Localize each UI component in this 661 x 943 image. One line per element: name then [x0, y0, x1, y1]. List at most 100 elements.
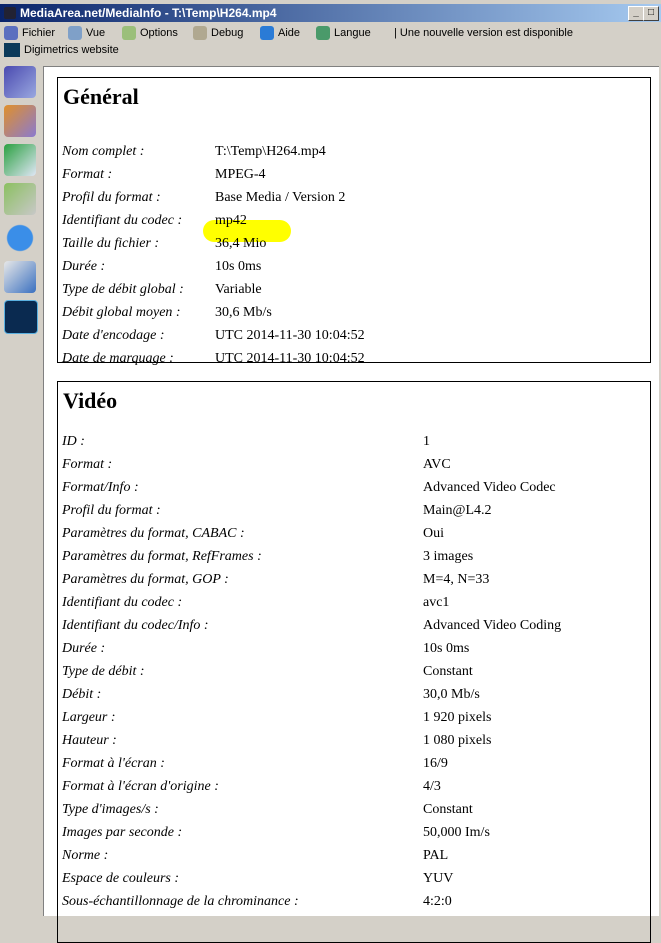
export-info-icon[interactable] — [4, 144, 36, 176]
field-label: Durée : — [62, 641, 106, 656]
debug-icon — [193, 26, 207, 40]
globe-icon — [316, 26, 330, 40]
field-label: Images par seconde : — [62, 825, 183, 840]
file-icon — [4, 26, 18, 40]
info-row: Identifiant du codec : avc1 — [58, 591, 650, 614]
menu-view[interactable]: Vue — [68, 24, 105, 42]
field-label: Nom complet : — [62, 144, 145, 159]
field-label: Format : — [62, 457, 113, 472]
field-label: Débit : — [62, 687, 102, 702]
field-value: mp42 — [215, 213, 247, 228]
info-row: Type d'images/s : Constant — [58, 798, 650, 821]
info-row: Date de marquage : UTC 2014-11-30 10:04:5… — [58, 347, 650, 370]
field-value: 3 images — [423, 549, 474, 564]
menu-label: Vue — [86, 27, 106, 39]
field-value: 10s 0ms — [423, 641, 470, 656]
info-row: Hauteur : 1 080 pixels — [58, 729, 650, 752]
field-value: AVC — [423, 457, 451, 472]
field-value: T:\Temp\H264.mp4 — [215, 144, 326, 159]
digimetrics-label: Digimetrics website — [24, 44, 119, 56]
field-label: Format : — [62, 167, 113, 182]
menu-globe[interactable]: Langue — [316, 24, 371, 42]
update-notice[interactable]: | Une nouvelle version est disponible — [394, 24, 573, 42]
field-value: 1 920 pixels — [423, 710, 492, 725]
info-row: Paramètres du format, RefFrames : 3 image… — [58, 545, 650, 568]
minimize-button[interactable]: _ — [628, 6, 644, 21]
menu-label: Fichier — [22, 27, 56, 39]
info-row: Type de débit global : Variable — [58, 278, 650, 301]
field-label: Format/Info : — [62, 480, 139, 495]
field-label: Profil du format : — [62, 190, 161, 205]
info-row: Format : MPEG-4 — [58, 163, 650, 186]
field-label: Type de débit global : — [62, 282, 184, 297]
field-label: Identifiant du codec : — [62, 213, 183, 228]
field-value: Constant — [423, 664, 473, 679]
info-row: Identifiant du codec : mp42 — [58, 209, 650, 232]
info-row: Durée : 10s 0ms — [58, 255, 650, 278]
info-row: Profil du format : Base Media / Version 2 — [58, 186, 650, 209]
field-value: 30,6 Mb/s — [215, 305, 272, 320]
field-value: PAL — [423, 848, 449, 863]
app-icon — [4, 7, 16, 19]
general-section: Général Nom complet : T:\Temp\H264.mp4 For… — [57, 77, 651, 366]
info-row: Paramètres du format, CABAC : Oui — [58, 522, 650, 545]
field-value: Oui — [423, 526, 444, 541]
easy-view-icon[interactable] — [4, 66, 36, 98]
preferences-icon[interactable] — [4, 183, 36, 215]
field-value: 36,4 Mio — [215, 236, 267, 251]
field-label: Durée : — [62, 259, 106, 274]
digimetrics-icon — [4, 43, 20, 57]
menu-debug[interactable]: Debug — [193, 24, 243, 42]
info-row: Format : AVC — [58, 453, 650, 476]
info-icon[interactable] — [4, 222, 36, 254]
maximize-button[interactable]: □ — [643, 6, 659, 21]
info-row: ID : 1 — [58, 430, 650, 453]
field-label: Norme : — [62, 848, 109, 863]
field-value: 30,0 Mb/s — [423, 687, 480, 702]
info-row: Espace de couleurs : YUV — [58, 867, 650, 890]
field-label: ID : — [62, 434, 85, 449]
info-row: Durée : 10s 0ms — [58, 637, 650, 660]
info-row: Débit : 30,0 Mb/s — [58, 683, 650, 706]
field-label: Profil du format : — [62, 503, 161, 518]
info-row: Norme : PAL — [58, 844, 650, 867]
info-row: Largeur : 1 920 pixels — [58, 706, 650, 729]
field-value: Advanced Video Codec — [423, 480, 556, 495]
field-value: M=4, N=33 — [423, 572, 490, 587]
field-value: 1 — [423, 434, 430, 449]
documents-web-icon[interactable] — [4, 261, 36, 293]
field-value: Base Media / Version 2 — [215, 190, 346, 205]
field-label: Format à l'écran : — [62, 756, 165, 771]
field-label: Paramètres du format, GOP : — [62, 572, 229, 587]
field-label: Débit global moyen : — [62, 305, 181, 320]
menu-label: Aide — [278, 27, 301, 39]
menu-options[interactable]: Options — [122, 24, 178, 42]
digimetrics-link[interactable]: Digimetrics website — [4, 43, 119, 57]
info-row: Paramètres du format, GOP : M=4, N=33 — [58, 568, 650, 591]
waveform-icon[interactable] — [4, 300, 38, 334]
field-value: MPEG-4 — [215, 167, 266, 182]
field-value: Constant — [423, 802, 473, 817]
menu-file[interactable]: Fichier — [4, 24, 55, 42]
video-title: Vidéo — [63, 388, 118, 413]
info-row: Taille du fichier : 36,4 Mio — [58, 232, 650, 255]
field-label: Hauteur : — [62, 733, 117, 748]
field-label: Paramètres du format, CABAC : — [62, 526, 245, 541]
open-folder-icon[interactable] — [4, 105, 36, 137]
menu-help[interactable]: Aide — [260, 24, 300, 42]
field-value: Advanced Video Coding — [423, 618, 562, 633]
info-row: Débit global moyen : 30,6 Mb/s — [58, 301, 650, 324]
menu-label: Debug — [211, 27, 244, 39]
view-icon — [68, 26, 82, 40]
field-value: 4/3 — [423, 779, 441, 794]
field-label: Sous-échantillonnage de la chrominance : — [62, 894, 299, 909]
title-bar: MediaArea.net/MediaInfo - T:\Temp\H264.m… — [0, 4, 661, 22]
menu-label: Langue — [334, 27, 371, 39]
video-section: Vidéo ID : 1 Format : AVC Format/Info : Advan… — [57, 381, 651, 943]
info-row: Images par seconde : 50,000 Im/s — [58, 821, 650, 844]
field-value: 16/9 — [423, 756, 448, 771]
field-label: Espace de couleurs : — [62, 871, 180, 886]
info-row: Format à l'écran : 16/9 — [58, 752, 650, 775]
field-label: Paramètres du format, RefFrames : — [62, 549, 262, 564]
field-label: Date d'encodage : — [62, 328, 165, 343]
